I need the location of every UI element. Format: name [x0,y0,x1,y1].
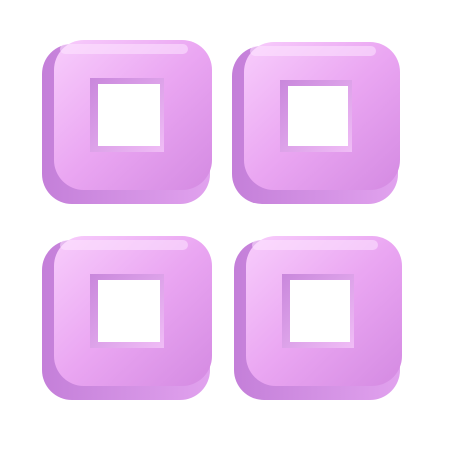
grid-tile-top-left-highlight [60,44,188,54]
grid-tile-bottom-left-highlight [60,240,188,250]
grid-tile-top-left [42,40,212,204]
grid-tile-bottom-right-hole [290,280,350,342]
grid-tile-top-right-hole [288,86,348,146]
grid-tile-bottom-right [234,236,402,400]
grid-icon [42,40,402,400]
icon-canvas [0,0,450,450]
grid-tile-top-right [232,42,400,204]
grid-tile-top-left-hole [98,84,160,146]
grid-tile-bottom-left-hole [98,280,160,342]
grid-tile-top-right-highlight [250,46,376,56]
grid-tile-bottom-right-highlight [252,240,378,250]
grid-tile-bottom-left [42,236,212,400]
